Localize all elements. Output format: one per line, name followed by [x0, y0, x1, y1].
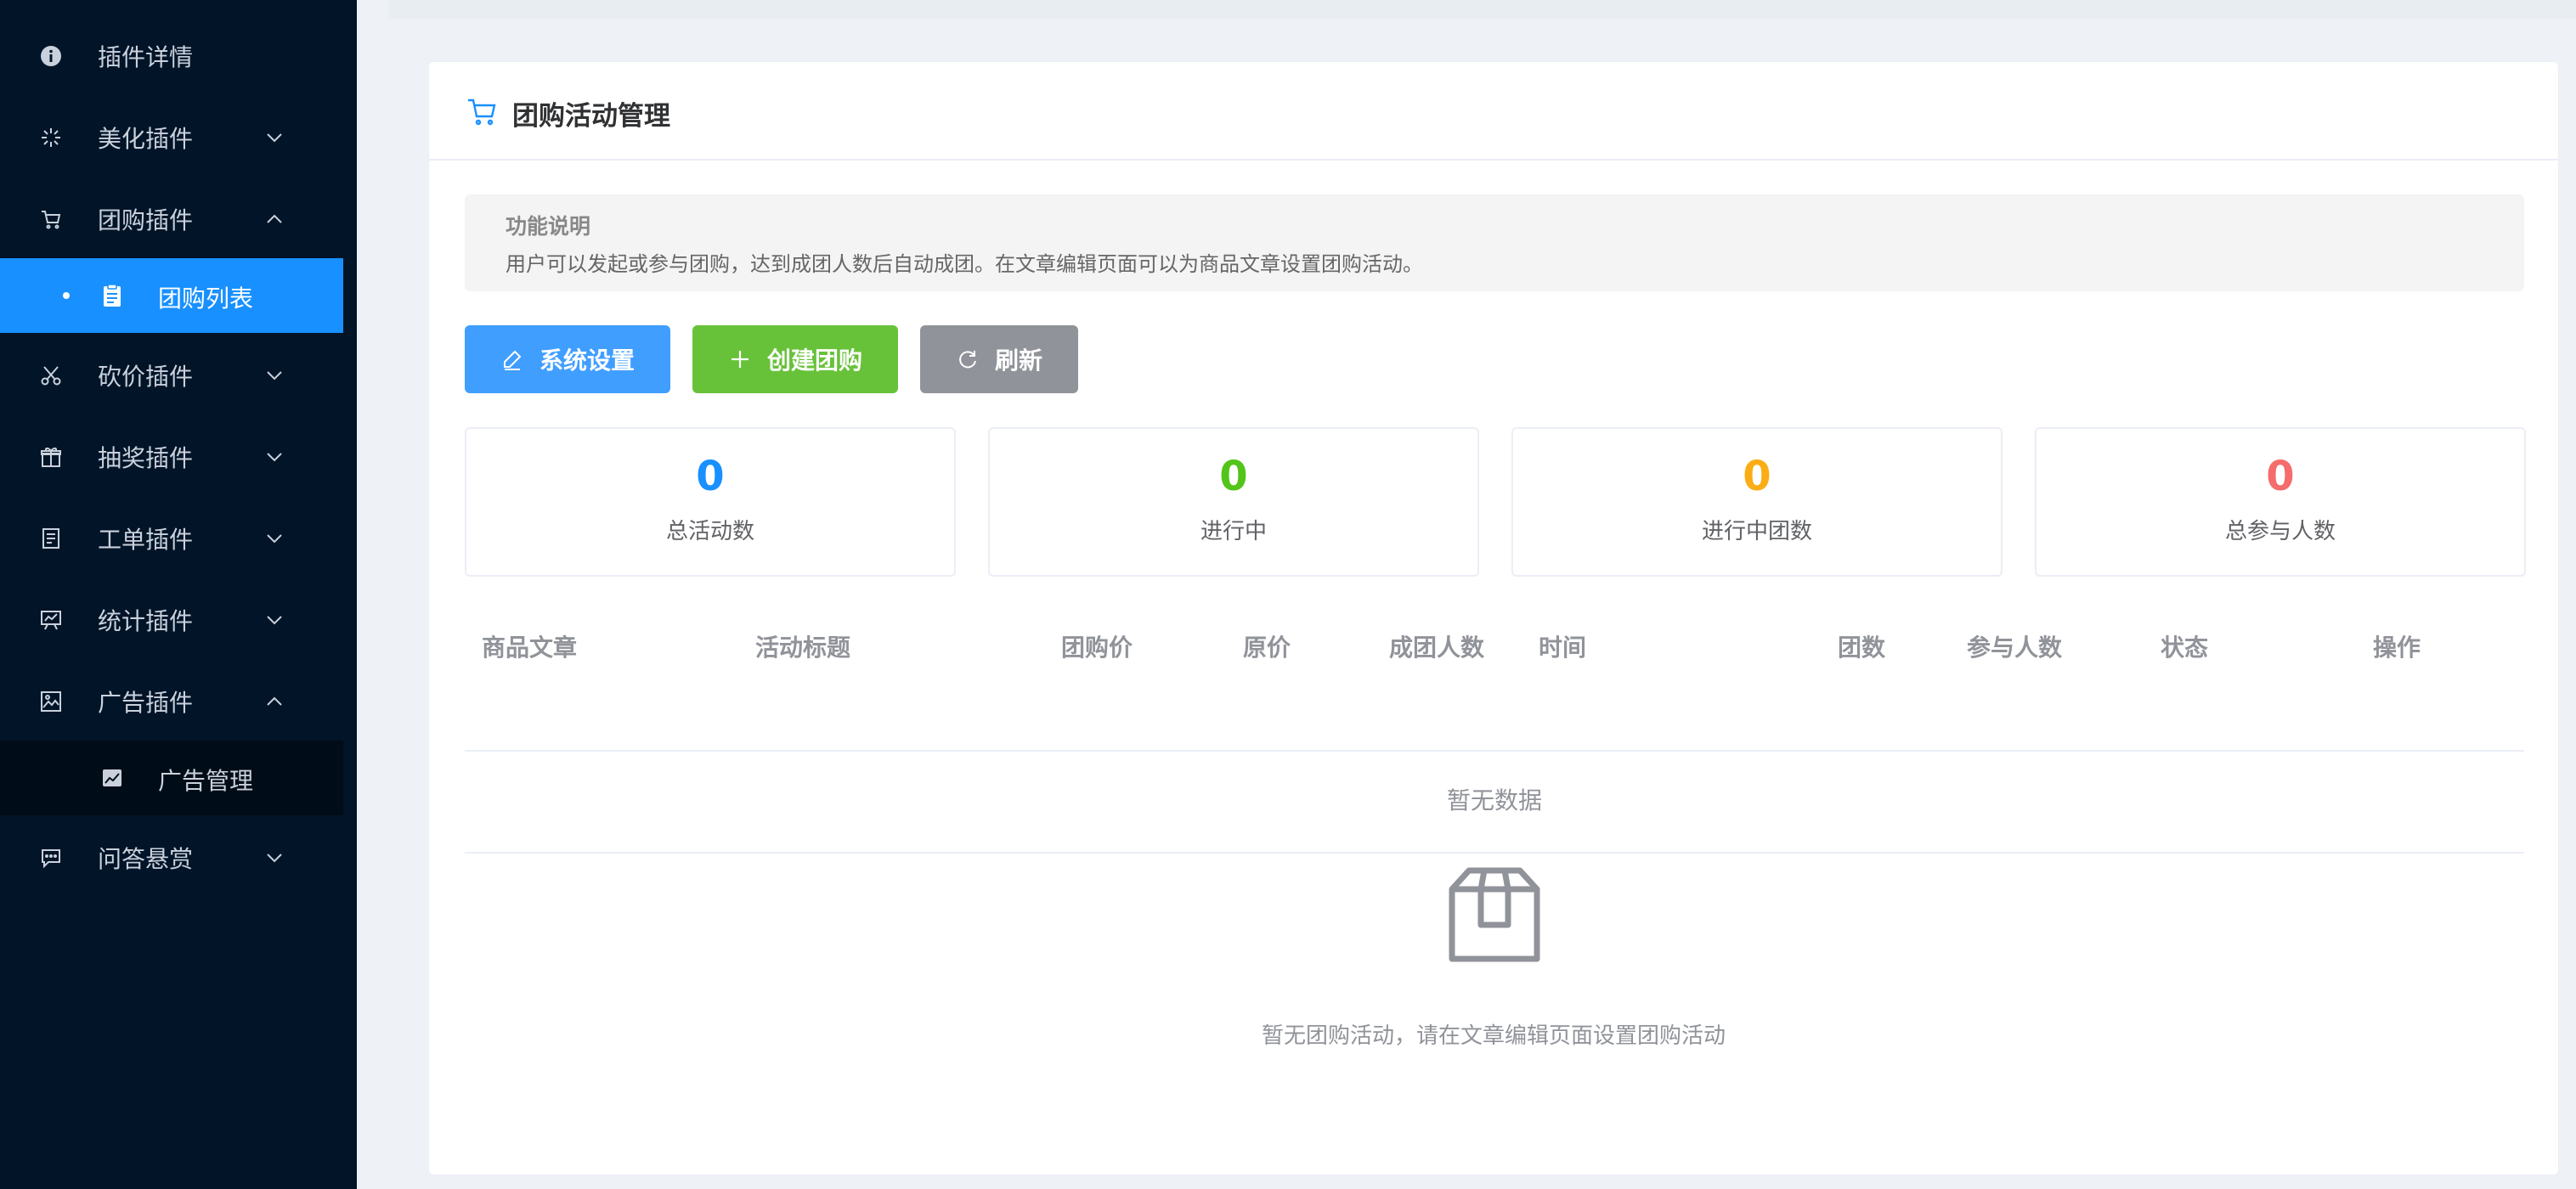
active-dot	[63, 292, 70, 299]
groupbuy-card: 团购活动管理 功能说明 用户可以发起或参与团购，达到成团人数后自动成团。在文章编…	[428, 61, 2559, 1175]
page-title: 团购活动管理	[512, 101, 670, 132]
refresh-button[interactable]: 刷新	[920, 325, 1078, 393]
column-header-product: 商品文章	[482, 634, 578, 662]
stat-label: 总参与人数	[2224, 519, 2336, 544]
sidebar-item-ads[interactable]: 广告插件	[0, 662, 343, 741]
sidebar-subitem-groupbuy-list[interactable]: 团购列表	[0, 258, 343, 333]
plus-icon	[728, 347, 752, 371]
stat-value: 0	[696, 453, 725, 500]
stat-value: 0	[2266, 453, 2295, 500]
empty-state-text: 暂无团购活动，请在文章编辑页面设置团购活动	[1261, 1023, 1726, 1049]
card-header: 团购活动管理	[429, 62, 2558, 161]
sidebar-item-ticket[interactable]: 工单插件	[0, 499, 343, 578]
system-settings-button[interactable]: 系统设置	[465, 325, 670, 393]
alert-title: 功能说明	[506, 214, 591, 239]
clipboard-icon	[99, 282, 126, 309]
sidebar: 插件详情 美化插件 团购插件 团购列表 砍价插件 抽奖插件 工单插件 统计插件 …	[0, 0, 357, 1189]
sidebar-item-label: 统计插件	[98, 607, 194, 635]
alert-description: 用户可以发起或参与团购，达到成团人数后自动成团。在文章编辑页面可以为商品文章设置…	[506, 252, 1423, 276]
sidebar-item-beautify[interactable]: 美化插件	[0, 99, 343, 177]
sidebar-subitem-label: 团购列表	[158, 285, 254, 313]
chevron-up-icon	[263, 690, 285, 713]
box-icon	[1443, 864, 1545, 966]
image-icon	[37, 688, 65, 715]
sidebar-item-label: 美化插件	[98, 125, 194, 153]
chevron-down-icon	[263, 364, 285, 386]
cart-icon	[37, 206, 65, 233]
sidebar-item-groupbuy[interactable]: 团购插件	[0, 180, 343, 258]
cart-icon	[465, 94, 499, 128]
column-header-group-count: 团数	[1838, 634, 1886, 662]
edit-icon	[500, 347, 524, 371]
sidebar-item-lottery[interactable]: 抽奖插件	[0, 418, 343, 496]
column-header-status: 状态	[2161, 634, 2209, 662]
chevron-down-icon	[263, 127, 285, 149]
column-header-activity-title: 活动标题	[755, 634, 851, 662]
column-header-time: 时间	[1539, 634, 1587, 662]
create-groupbuy-button[interactable]: 创建团购	[692, 325, 898, 393]
info-icon	[37, 42, 65, 70]
column-header-original-price: 原价	[1243, 634, 1291, 662]
column-header-actions: 操作	[2373, 634, 2421, 662]
sidebar-item-statistics[interactable]: 统计插件	[0, 581, 343, 659]
table-empty-text: 暂无数据	[1446, 786, 1542, 814]
chart-icon	[37, 606, 65, 634]
sidebar-subitem-label: 广告管理	[158, 767, 254, 795]
sidebar-item-label: 抽奖插件	[98, 444, 194, 472]
button-label: 刷新	[994, 347, 1042, 375]
stat-total-activities: 0 总活动数	[465, 427, 956, 577]
sidebar-item-label: 插件详情	[98, 43, 194, 71]
sidebar-subitem-ad-manage[interactable]: 广告管理	[0, 741, 343, 815]
stat-label: 进行中	[1200, 519, 1267, 544]
button-label: 创建团购	[766, 347, 862, 375]
sidebar-item-label: 砍价插件	[98, 363, 194, 391]
chevron-down-icon	[263, 609, 285, 631]
scissors-icon	[37, 362, 65, 389]
chevron-down-icon	[263, 847, 285, 869]
top-strip	[389, 0, 2576, 19]
sidebar-item-label: 工单插件	[98, 526, 194, 554]
chevron-down-icon	[263, 446, 285, 468]
sidebar-item-label: 广告插件	[98, 689, 194, 717]
stat-active-groups: 0 进行中团数	[1511, 427, 2003, 577]
chevron-up-icon	[263, 208, 285, 230]
column-header-participants: 参与人数	[1967, 634, 2063, 662]
message-icon	[37, 844, 65, 871]
gift-icon	[37, 443, 65, 471]
sidebar-item-label: 团购插件	[98, 206, 194, 234]
chevron-down-icon	[263, 527, 285, 549]
column-header-groupbuy-price: 团购价	[1061, 634, 1133, 662]
sparkle-icon	[37, 124, 65, 151]
stat-total-participants: 0 总参与人数	[2035, 427, 2526, 577]
document-icon	[37, 525, 65, 552]
stat-label: 进行中团数	[1701, 519, 1812, 544]
column-header-group-size: 成团人数	[1389, 634, 1485, 662]
stat-value: 0	[1743, 453, 1771, 500]
sidebar-item-bargain[interactable]: 砍价插件	[0, 336, 343, 414]
info-alert: 功能说明 用户可以发起或参与团购，达到成团人数后自动成团。在文章编辑页面可以为商…	[465, 194, 2524, 291]
table-empty-row: 暂无数据	[465, 750, 2524, 854]
stat-value: 0	[1219, 453, 1248, 500]
stat-label: 总活动数	[665, 519, 754, 544]
stat-in-progress: 0 进行中	[988, 427, 1479, 577]
picture-icon	[99, 764, 126, 792]
sidebar-item-plugin-details[interactable]: 插件详情	[0, 17, 343, 95]
refresh-icon	[956, 347, 980, 371]
sidebar-item-label: 问答悬赏	[98, 845, 194, 873]
button-label: 系统设置	[539, 347, 635, 375]
sidebar-item-qa-reward[interactable]: 问答悬赏	[0, 819, 343, 897]
